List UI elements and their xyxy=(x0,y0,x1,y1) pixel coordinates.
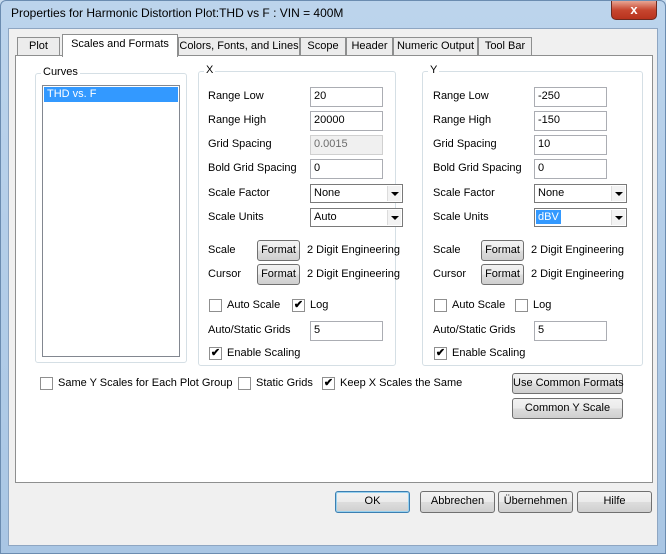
chevron-down-icon[interactable] xyxy=(611,186,625,201)
curves-group-label: Curves xyxy=(41,66,80,78)
y-range-high-input[interactable]: -150 xyxy=(534,111,607,131)
x-enable-scaling-checkbox[interactable]: ✔ xyxy=(209,347,222,360)
close-button[interactable]: x xyxy=(611,1,657,20)
y-scale-factor-value: None xyxy=(538,187,565,199)
chevron-down-icon[interactable] xyxy=(611,210,625,225)
y-scale-units-value: dBV xyxy=(536,210,561,224)
y-enable-scaling-checkbox[interactable]: ✔ xyxy=(434,347,447,360)
tab-colors-fonts-lines[interactable]: Colors, Fonts, and Lines xyxy=(178,37,300,56)
y-auto-static-input[interactable]: 5 xyxy=(534,321,607,341)
y-scale-label: Scale xyxy=(433,244,461,256)
x-scale-factor-value: None xyxy=(314,187,341,199)
y-cursor-format-value: 2 Digit Engineering xyxy=(531,268,624,280)
curves-listbox[interactable]: THD vs. F xyxy=(42,85,180,357)
y-log-checkbox[interactable] xyxy=(515,299,528,312)
scales-formats-panel: Curves THD vs. F X Range Low 20 Range Hi… xyxy=(15,55,653,483)
x-auto-scale-checkbox[interactable] xyxy=(209,299,222,312)
x-scale-factor-label: Scale Factor xyxy=(208,187,270,199)
y-bold-grid-input[interactable]: 0 xyxy=(534,159,607,179)
y-range-low-label: Range Low xyxy=(433,90,489,102)
x-scale-label: Scale xyxy=(208,244,236,256)
x-log-label: Log xyxy=(310,299,329,311)
x-bold-grid-input[interactable]: 0 xyxy=(310,159,383,179)
x-scale-format-button[interactable]: Format xyxy=(257,240,300,261)
y-scale-factor-select[interactable]: None xyxy=(534,184,627,203)
tab-scope[interactable]: Scope xyxy=(300,37,346,56)
curve-item-thd-vs-f[interactable]: THD vs. F xyxy=(44,87,178,102)
help-button[interactable]: Hilfe xyxy=(577,491,652,513)
tab-tool-bar[interactable]: Tool Bar xyxy=(478,37,532,56)
y-bold-grid-label: Bold Grid Spacing xyxy=(433,162,522,174)
x-scale-format-value: 2 Digit Engineering xyxy=(307,244,400,256)
y-axis-group: Y Range Low -250 Range High -150 Grid Sp… xyxy=(422,64,643,366)
y-scale-units-select[interactable]: dBV xyxy=(534,208,627,227)
y-auto-scale-checkbox[interactable] xyxy=(434,299,447,312)
y-scale-format-button[interactable]: Format xyxy=(481,240,524,261)
x-scale-units-label: Scale Units xyxy=(208,211,264,223)
x-range-high-input[interactable]: 20000 xyxy=(310,111,383,131)
x-enable-scaling-label: Enable Scaling xyxy=(227,347,301,359)
y-scale-units-label: Scale Units xyxy=(433,211,489,223)
x-auto-scale-label: Auto Scale xyxy=(227,299,281,311)
x-bold-grid-label: Bold Grid Spacing xyxy=(208,162,297,174)
x-grid-spacing-label: Grid Spacing xyxy=(208,138,272,150)
common-y-scale-button[interactable]: Common Y Scale xyxy=(512,398,623,419)
properties-dialog: Properties for Harmonic Distortion Plot:… xyxy=(0,0,666,554)
curves-group: Curves THD vs. F xyxy=(35,66,187,363)
y-cursor-label: Cursor xyxy=(433,268,467,280)
chevron-down-icon[interactable] xyxy=(387,210,401,225)
y-auto-static-label: Auto/Static Grids xyxy=(433,324,516,336)
x-cursor-label: Cursor xyxy=(208,268,242,280)
tab-numeric-output[interactable]: Numeric Output xyxy=(393,37,478,56)
title-bar[interactable]: Properties for Harmonic Distortion Plot:… xyxy=(1,1,665,27)
y-range-high-label: Range High xyxy=(433,114,492,126)
keep-x-scales-label: Keep X Scales the Same xyxy=(340,377,463,389)
x-log-checkbox[interactable]: ✔ xyxy=(292,299,305,312)
x-cursor-format-value: 2 Digit Engineering xyxy=(307,268,400,280)
y-grid-spacing-input[interactable]: 10 xyxy=(534,135,607,155)
y-log-label: Log xyxy=(533,299,552,311)
use-common-formats-button[interactable]: Use Common Formats xyxy=(512,373,624,394)
tab-plot[interactable]: Plot xyxy=(17,37,60,56)
y-cursor-format-button[interactable]: Format xyxy=(481,264,524,285)
cancel-button[interactable]: Abbrechen xyxy=(420,491,495,513)
tab-scales-and-formats[interactable]: Scales and Formats xyxy=(62,34,178,57)
x-scale-units-select[interactable]: Auto xyxy=(310,208,403,227)
y-scale-format-value: 2 Digit Engineering xyxy=(531,244,624,256)
same-y-scales-checkbox[interactable] xyxy=(40,377,53,390)
keep-x-scales-checkbox[interactable]: ✔ xyxy=(322,377,335,390)
x-scale-factor-select[interactable]: None xyxy=(310,184,403,203)
static-grids-label: Static Grids xyxy=(256,377,313,389)
x-range-low-input[interactable]: 20 xyxy=(310,87,383,107)
x-grid-spacing-input: 0.0015 xyxy=(310,135,383,155)
y-group-label: Y xyxy=(428,64,440,76)
ok-button[interactable]: OK xyxy=(335,491,410,513)
x-axis-group: X Range Low 20 Range High 20000 Grid Spa… xyxy=(198,64,403,366)
static-grids-checkbox[interactable] xyxy=(238,377,251,390)
x-range-low-label: Range Low xyxy=(208,90,264,102)
x-scale-units-value: Auto xyxy=(314,211,337,223)
y-scale-factor-label: Scale Factor xyxy=(433,187,495,199)
x-range-high-label: Range High xyxy=(208,114,267,126)
x-auto-static-input[interactable]: 5 xyxy=(310,321,383,341)
window-title: Properties for Harmonic Distortion Plot:… xyxy=(11,6,344,20)
x-group-label: X xyxy=(204,64,216,76)
x-cursor-format-button[interactable]: Format xyxy=(257,264,300,285)
chevron-down-icon[interactable] xyxy=(387,186,401,201)
y-enable-scaling-label: Enable Scaling xyxy=(452,347,526,359)
dialog-client-area: Plot Scales and Formats Colors, Fonts, a… xyxy=(8,28,658,546)
same-y-scales-label: Same Y Scales for Each Plot Group xyxy=(58,377,233,389)
y-range-low-input[interactable]: -250 xyxy=(534,87,607,107)
y-auto-scale-label: Auto Scale xyxy=(452,299,506,311)
x-auto-static-label: Auto/Static Grids xyxy=(208,324,291,336)
apply-button[interactable]: Übernehmen xyxy=(498,491,573,513)
tab-header[interactable]: Header xyxy=(346,37,393,56)
y-grid-spacing-label: Grid Spacing xyxy=(433,138,497,150)
